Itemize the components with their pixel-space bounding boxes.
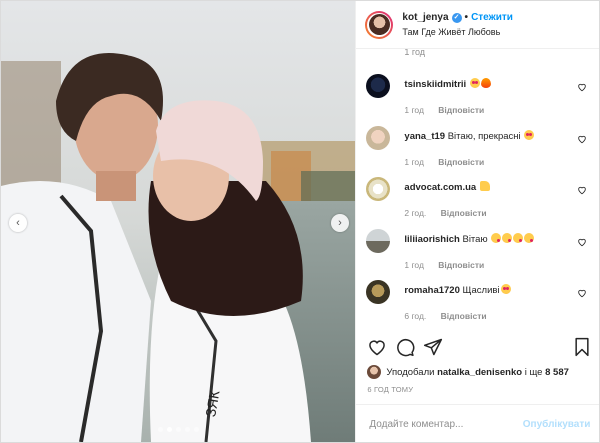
comment-item: romaha1720 Щасливі 6 год. Відповісти	[366, 280, 591, 322]
reply-button[interactable]: Відповісти	[438, 105, 484, 115]
share-paper-plane-icon[interactable]	[423, 337, 443, 357]
like-comment-heart-icon[interactable]	[577, 288, 587, 298]
previous-photo-button[interactable]: ‹	[9, 214, 27, 232]
comment-item: tsinskiidmitrii 1 год Відповісти	[366, 74, 591, 116]
heart-eyes-emoji-icon	[500, 284, 511, 294]
carousel-dot	[194, 427, 199, 432]
commenter-avatar[interactable]	[366, 280, 391, 304]
publish-button[interactable]: Опублікувати	[523, 419, 591, 430]
carousel-dot	[176, 427, 181, 432]
chevron-left-icon: ‹	[16, 217, 20, 229]
comment-text: Вітаю, прекрасні	[447, 131, 521, 142]
comment-time: 1 год	[404, 157, 424, 167]
kiss-emoji-icon	[513, 233, 524, 243]
carousel-dot	[185, 427, 190, 432]
carousel-dot	[158, 427, 163, 432]
comment-time: 6 год.	[404, 311, 427, 321]
like-comment-heart-icon[interactable]	[577, 82, 587, 92]
commenter-username[interactable]: advocat.com.ua	[404, 182, 476, 193]
liker-avatar	[367, 365, 382, 379]
post-container: ЗЯК ‹ › kot_jenya ✓ • Стежити Там Где Жи…	[0, 0, 600, 443]
kiss-emoji-icon	[524, 233, 535, 243]
like-heart-icon[interactable]	[367, 337, 387, 357]
author-avatar[interactable]	[365, 10, 394, 39]
save-bookmark-icon[interactable]	[572, 337, 592, 357]
next-photo-button[interactable]: ›	[331, 214, 349, 232]
kiss-emoji-icon	[491, 233, 502, 243]
heart-eyes-emoji-icon	[524, 130, 535, 140]
post-photo[interactable]: ЗЯК ‹ ›	[1, 1, 356, 442]
header-separator: •	[464, 11, 469, 23]
like-comment-heart-icon[interactable]	[577, 185, 587, 195]
post-timestamp[interactable]: 6 ГОД ТОМУ	[367, 385, 413, 394]
author-username[interactable]: kot_jenya	[402, 11, 448, 25]
photo-illustration: ЗЯК	[1, 1, 356, 442]
comment-bubble-icon[interactable]	[395, 337, 415, 357]
reply-button[interactable]: Відповісти	[441, 208, 487, 218]
likes-count[interactable]: 8 587	[545, 367, 569, 378]
reply-button[interactable]: Відповісти	[438, 260, 484, 270]
commenter-avatar[interactable]	[366, 126, 391, 150]
fire-emoji-icon	[480, 78, 491, 88]
kiss-emoji-icon	[502, 233, 513, 243]
reply-button[interactable]: Відповісти	[438, 157, 484, 167]
comment-item: yana_t19 Вітаю, прекрасні 1 год Відповіс…	[366, 126, 591, 168]
post-sidebar: kot_jenya ✓ • Стежити Там Где Живёт Любо…	[355, 1, 600, 443]
carousel-indicator	[1, 427, 355, 432]
comment-item: liliiaorishich Вітаю 1 год Відповісти	[366, 229, 591, 271]
post-header: kot_jenya ✓ • Стежити Там Где Живёт Любо…	[356, 1, 599, 49]
likes-summary[interactable]: Уподобали natalka_denisenko і ще 8 587	[367, 365, 569, 379]
commenter-avatar[interactable]	[366, 74, 391, 98]
commenter-username[interactable]: yana_t19	[404, 131, 445, 142]
comment-text: Щасливі	[462, 285, 500, 296]
comment-input[interactable]	[367, 417, 522, 431]
comment-time: 1 год	[404, 105, 424, 115]
post-actions-bar	[367, 337, 592, 359]
heart-eyes-emoji-icon	[469, 78, 480, 88]
thumbs-up-emoji-icon	[479, 181, 490, 191]
reply-button[interactable]: Відповісти	[441, 311, 487, 321]
commenter-username[interactable]: tsinskiidmitrii	[404, 79, 466, 90]
chevron-right-icon: ›	[338, 217, 342, 229]
commenter-username[interactable]: romaha1720	[404, 285, 459, 296]
follow-button[interactable]: Стежити	[471, 11, 513, 25]
likes-middle: і ще	[524, 366, 543, 378]
comment-text: Вітаю	[462, 234, 488, 245]
like-comment-heart-icon[interactable]	[577, 134, 587, 144]
comment-item: advocat.com.ua 2 год. Відповісти	[366, 177, 591, 219]
comment-time: 2 год.	[404, 208, 427, 218]
carousel-dot-active	[167, 427, 172, 432]
comments-list[interactable]: 1 год tsinskiidmitrii 1 год Відповісти y…	[356, 49, 599, 329]
comment-time: 1 год	[404, 260, 424, 270]
partial-comment-time: 1 год	[404, 49, 426, 57]
verified-badge-icon: ✓	[451, 12, 462, 23]
likes-prefix: Уподобали	[386, 366, 435, 378]
commenter-avatar[interactable]	[366, 229, 391, 253]
like-comment-heart-icon[interactable]	[577, 237, 587, 247]
liker-username[interactable]: natalka_denisenko	[437, 367, 522, 378]
add-comment-bar: Опублікувати	[356, 404, 600, 443]
commenter-username[interactable]: liliiaorishich	[404, 234, 459, 245]
post-location[interactable]: Там Где Живёт Любовь	[402, 25, 513, 39]
commenter-avatar[interactable]	[366, 177, 391, 201]
